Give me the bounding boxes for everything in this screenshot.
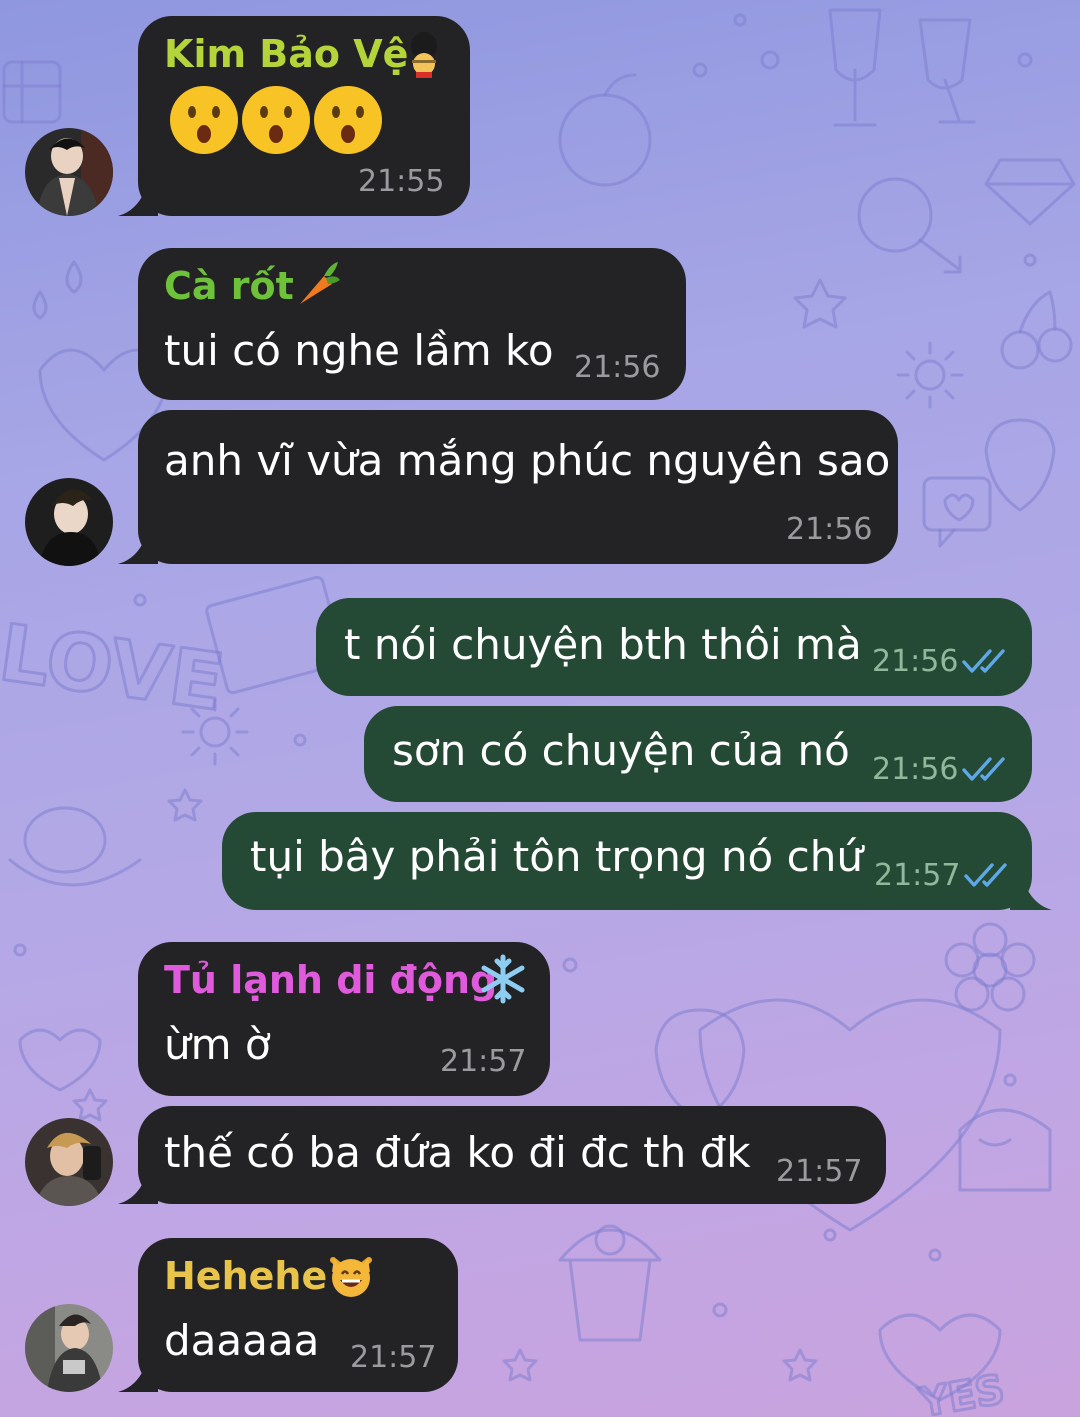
message-bubble[interactable]: tụi bây phải tôn trọng nó chứ 21:57 xyxy=(222,812,1032,910)
avatar[interactable] xyxy=(25,1118,113,1206)
avatar[interactable] xyxy=(25,128,113,216)
avatar[interactable] xyxy=(25,1304,113,1392)
read-checkmarks-icon xyxy=(962,649,1005,673)
hushed-face-emoji xyxy=(170,86,238,154)
message-time: 21:56 xyxy=(872,752,959,787)
message-text[interactable]: ừm ờ xyxy=(164,1020,271,1069)
message-time: 21:56 xyxy=(574,350,661,385)
guard-emoji xyxy=(404,32,444,78)
message-text[interactable]: tui có nghe lầm ko xyxy=(164,326,554,375)
message-text[interactable]: sơn có chuyện của nó xyxy=(392,726,850,775)
message-bubble[interactable]: thế có ba đứa ko đi đc th đk 21:57 xyxy=(138,1106,886,1204)
message-text[interactable]: tụi bây phải tôn trọng nó chứ xyxy=(250,832,863,881)
message-time: 21:57 xyxy=(776,1154,863,1189)
read-checkmarks-icon xyxy=(962,757,1005,781)
message-text[interactable]: t nói chuyện bth thôi mà xyxy=(344,620,862,669)
message-time: 21:56 xyxy=(872,644,959,679)
message-text[interactable]: daaaaa xyxy=(164,1316,319,1365)
message-time: 21:57 xyxy=(440,1044,527,1079)
sender-name[interactable]: Hehehe xyxy=(164,1254,327,1298)
message-bubble[interactable]: Tủ lạnh di động ừm ờ 21:57 xyxy=(138,942,550,1096)
carrot-emoji xyxy=(294,260,342,308)
message-text[interactable]: anh vĩ vừa mắng phúc nguyên sao xyxy=(164,436,890,485)
message-bubble[interactable]: t nói chuyện bth thôi mà 21:56 xyxy=(316,598,1032,696)
message-bubble[interactable]: anh vĩ vừa mắng phúc nguyên sao 21:56 xyxy=(138,410,898,564)
message-time: 21:57 xyxy=(350,1340,437,1375)
message-bubble[interactable]: Cà rốt tui có nghe lầm ko 21:56 xyxy=(138,248,686,400)
message-bubble[interactable]: Kim Bảo Vệ 21:55 xyxy=(138,16,470,216)
avatar[interactable] xyxy=(25,478,113,566)
snowflake-emoji xyxy=(478,954,528,1004)
message-bubble[interactable]: sơn có chuyện của nó 21:56 xyxy=(364,706,1032,802)
read-checkmarks-icon xyxy=(964,863,1007,887)
hushed-face-emoji xyxy=(314,86,382,154)
message-time: 21:57 xyxy=(874,858,961,893)
message-text[interactable]: thế có ba đứa ko đi đc th đk xyxy=(164,1128,751,1177)
emoji-row xyxy=(168,84,388,156)
sender-name[interactable]: Kim Bảo Vệ xyxy=(164,32,408,76)
sender-name[interactable]: Cà rốt xyxy=(164,264,294,308)
svg-text:YES: YES xyxy=(915,1367,1008,1417)
hushed-face-emoji xyxy=(242,86,310,154)
sender-name[interactable]: Tủ lạnh di động xyxy=(164,958,497,1002)
grinning-cat-emoji xyxy=(328,1252,374,1298)
message-bubble[interactable]: Hehehe daaaaa 21:57 xyxy=(138,1238,458,1392)
message-time: 21:56 xyxy=(786,512,873,547)
message-time: 21:55 xyxy=(358,164,445,199)
